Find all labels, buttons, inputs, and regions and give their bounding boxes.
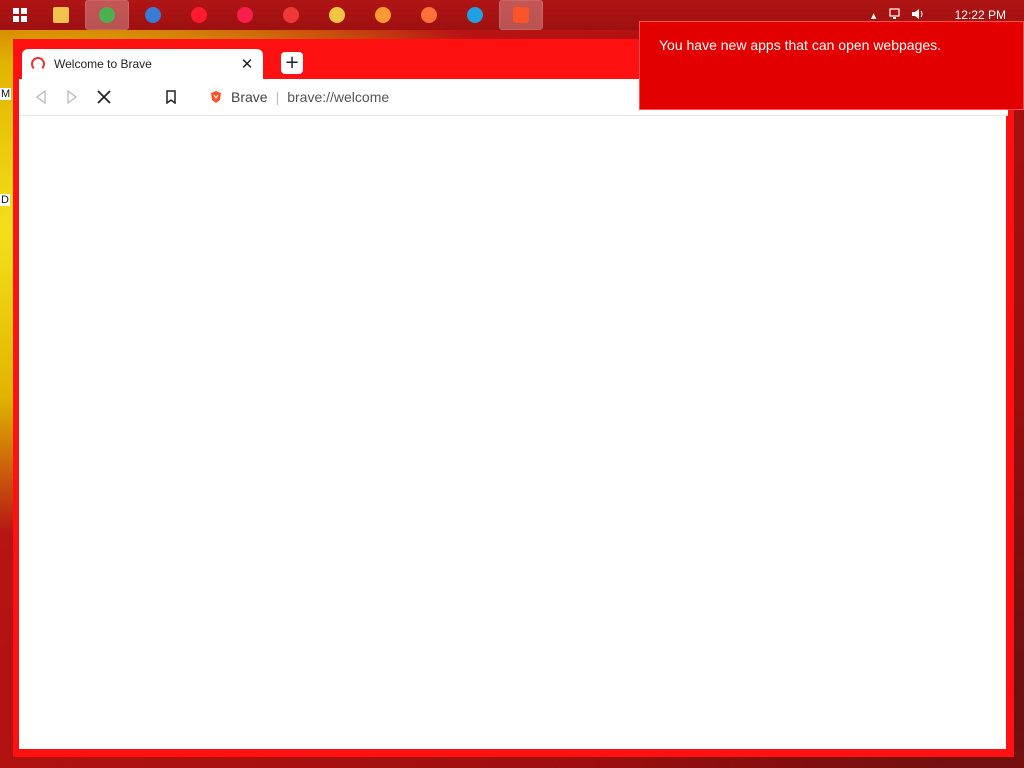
address-separator: | (275, 89, 280, 105)
brave-shield-icon[interactable] (209, 90, 223, 104)
bookmark-icon (166, 90, 176, 104)
forward-icon (67, 90, 78, 104)
brave-icon (513, 7, 529, 23)
address-site-label: Brave (231, 89, 268, 105)
chrome-icon (99, 7, 115, 23)
address-url[interactable]: brave://welcome (287, 89, 389, 105)
bookmark-button[interactable] (161, 87, 181, 107)
forward-button[interactable] (62, 87, 82, 107)
opera-gx-icon (237, 7, 253, 23)
desktop-icon-label[interactable]: D (0, 194, 10, 206)
file-explorer-icon (53, 7, 69, 23)
chevron-up-icon[interactable]: ▴ (863, 9, 885, 22)
taskbar-app-chromium[interactable] (316, 1, 358, 29)
taskbar-app-opera-gx[interactable] (224, 1, 266, 29)
edge-icon (467, 7, 483, 23)
taskbar-app-brave[interactable] (499, 0, 543, 30)
notification-text: You have new apps that can open webpages… (659, 37, 942, 53)
back-button[interactable] (31, 87, 51, 107)
opera-icon (191, 7, 207, 23)
yandex-icon (375, 7, 391, 23)
loading-spinner-icon (31, 57, 45, 71)
taskbar-app-chrome[interactable] (85, 0, 129, 30)
notification-toast[interactable]: You have new apps that can open webpages… (639, 21, 1024, 110)
new-tab-button[interactable]: + (281, 52, 303, 74)
taskbar-app-yandex[interactable] (362, 1, 404, 29)
close-icon (97, 90, 111, 104)
windows-logo-icon (13, 8, 27, 22)
taskbar-app-firefox[interactable] (408, 1, 450, 29)
brave-browser-window: Welcome to Brave ✕ + Brave | brave://wel… (13, 39, 1014, 757)
taskbar-app-edge[interactable] (454, 1, 496, 29)
page-content (19, 116, 1006, 749)
back-icon (35, 90, 46, 104)
stop-button[interactable] (94, 87, 114, 107)
firefox-icon (421, 7, 437, 23)
taskbar-app-file-explorer[interactable] (40, 1, 82, 29)
close-tab-icon[interactable]: ✕ (237, 55, 257, 73)
chromium-icon (329, 7, 345, 23)
taskbar-apps (40, 0, 546, 30)
taskbar-app-globe-browser[interactable] (132, 1, 174, 29)
tab-title: Welcome to Brave (54, 57, 152, 71)
desktop-icon-label[interactable]: M (0, 88, 12, 100)
taskbar-app-vivaldi[interactable] (270, 1, 312, 29)
start-button[interactable] (0, 0, 40, 30)
globe-browser-icon (145, 7, 161, 23)
vivaldi-icon (283, 7, 299, 23)
tab-welcome[interactable]: Welcome to Brave ✕ (22, 49, 263, 79)
taskbar-app-opera[interactable] (178, 1, 220, 29)
clock[interactable]: 12:22 PM (955, 8, 1006, 22)
